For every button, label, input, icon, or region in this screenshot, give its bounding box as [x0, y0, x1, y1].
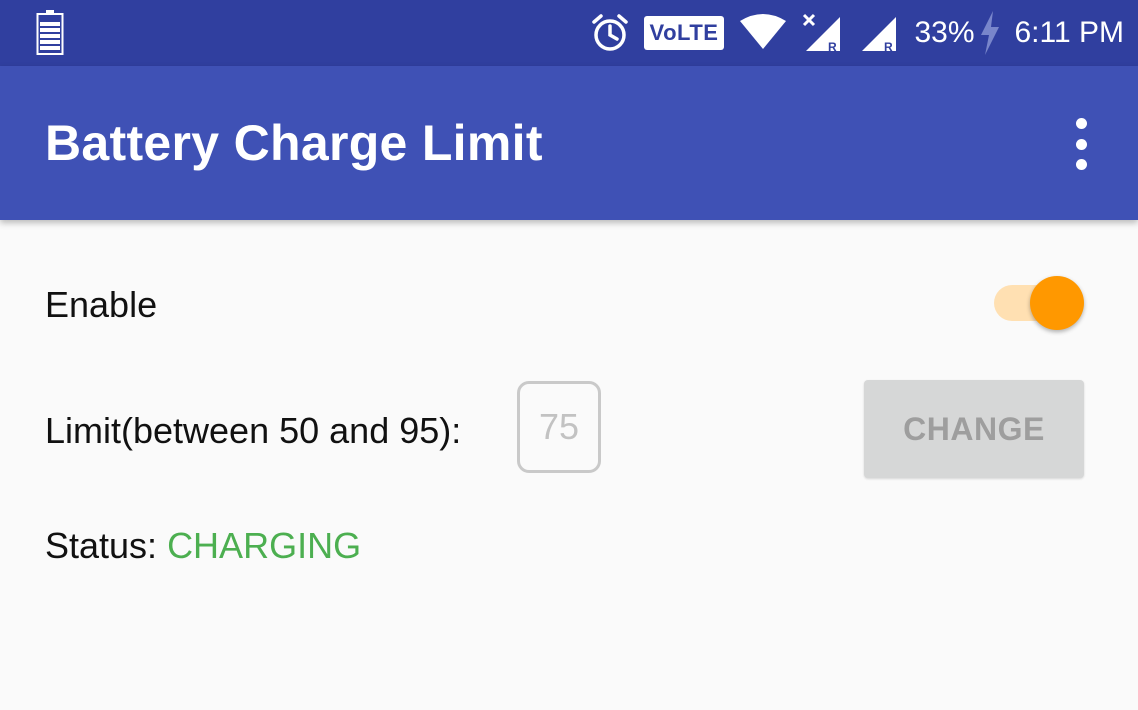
app-bar: Battery Charge Limit: [0, 66, 1138, 220]
limit-label: Limit(between 50 and 95):: [45, 410, 462, 451]
signal-2-icon: R: [862, 17, 897, 53]
status-value: CHARGING: [167, 525, 362, 566]
app-title: Battery Charge Limit: [45, 115, 543, 171]
charging-bolt-icon: [980, 11, 999, 55]
switch-thumb: [1030, 276, 1084, 330]
more-vert-icon[interactable]: [1066, 118, 1096, 170]
menu-dot: [1075, 159, 1087, 170]
volte-icon: VoLTE: [643, 16, 725, 50]
change-button[interactable]: CHANGE: [864, 380, 1084, 478]
menu-dot: [1075, 138, 1087, 150]
battery-small-icon: [36, 10, 64, 55]
enable-label: Enable: [45, 284, 158, 325]
status-line: Status: CHARGING: [45, 525, 361, 567]
clock-time: 6:11 PM: [1014, 16, 1125, 49]
status-bar-right: VoLTE R R 33% 6:11 PM: [590, 0, 1124, 66]
alarm-icon: [591, 14, 628, 51]
wifi-icon: [740, 14, 787, 49]
menu-dot: [1075, 118, 1087, 129]
enable-switch[interactable]: [994, 276, 1086, 330]
svg-text:R: R: [828, 40, 837, 53]
status-label: Status:: [45, 525, 168, 566]
limit-input[interactable]: 75: [517, 381, 601, 473]
status-bar: VoLTE R R 33% 6:11 PM: [0, 0, 1138, 66]
svg-text:R: R: [884, 40, 893, 53]
battery-percent: 33%: [914, 16, 975, 49]
signal-1-icon: R: [803, 13, 841, 53]
